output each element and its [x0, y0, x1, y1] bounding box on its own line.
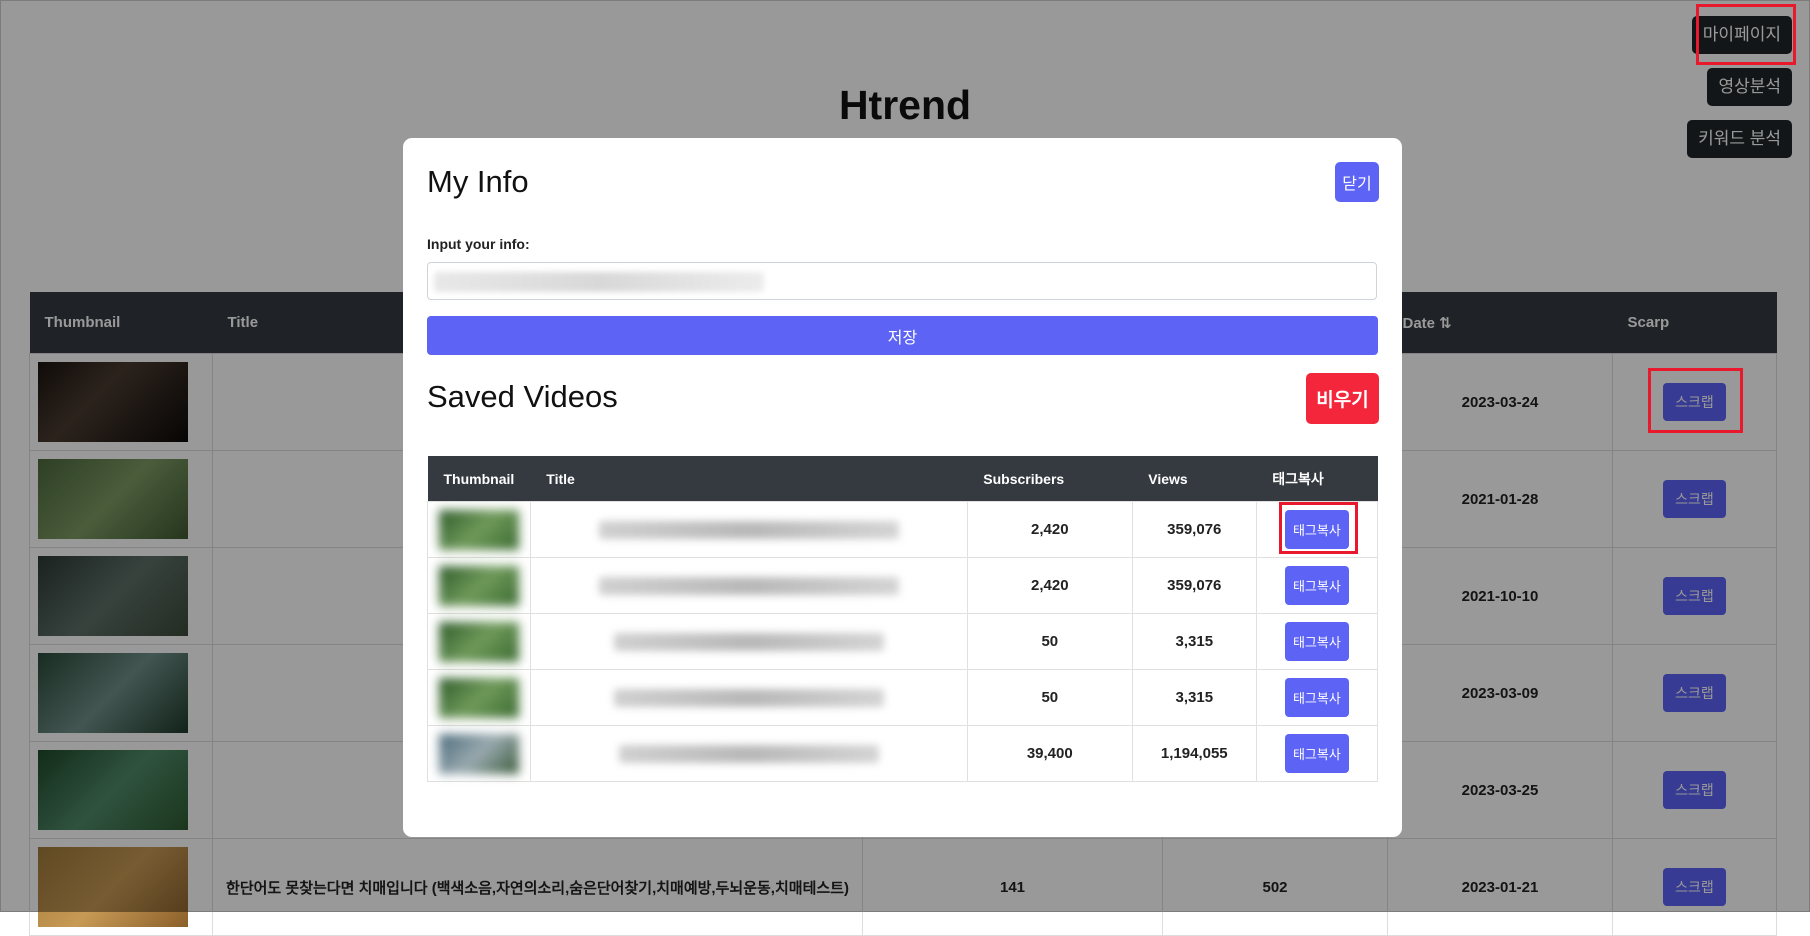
- video-thumbnail: [438, 509, 519, 550]
- save-button[interactable]: 저장: [427, 316, 1378, 355]
- subscribers-cell: 2,420: [966, 557, 1133, 614]
- tag-copy-button[interactable]: 태그복사: [1284, 566, 1349, 605]
- thumbnail-cell: [427, 501, 531, 558]
- saved-videos-table: Thumbnail Title Subscribers Views 태그복사 2…: [427, 456, 1379, 782]
- title-cell: [529, 557, 968, 614]
- col-views: Views: [1132, 456, 1257, 502]
- title-cell: [529, 613, 968, 670]
- tag-copy-button[interactable]: 태그복사: [1284, 678, 1349, 717]
- highlight-mypage: [1696, 4, 1796, 65]
- title-cell: [529, 669, 968, 726]
- video-thumbnail: [438, 565, 519, 606]
- table-row: 2,420 359,076 태그복사: [427, 557, 1379, 614]
- highlight-scrap: [1648, 368, 1743, 433]
- video-title: [598, 576, 899, 595]
- tag-cell: 태그복사: [1255, 725, 1379, 782]
- thumbnail-cell: [427, 557, 531, 614]
- video-title: [613, 688, 884, 707]
- thumbnail-cell: [427, 613, 531, 670]
- saved-videos-header: Thumbnail Title Subscribers Views 태그복사: [427, 456, 1378, 502]
- thumbnail-cell: [427, 725, 531, 782]
- views-cell: 3,315: [1131, 669, 1257, 726]
- table-row: 50 3,315 태그복사: [427, 669, 1379, 726]
- clear-button[interactable]: 비우기: [1306, 373, 1379, 424]
- table-row: 2,420 359,076 태그복사: [427, 501, 1379, 558]
- video-title: [598, 520, 899, 539]
- title-cell: [529, 725, 968, 782]
- col-tag-copy: 태그복사: [1256, 456, 1378, 502]
- saved-videos-title: Saved Videos: [427, 379, 618, 414]
- subscribers-cell: 39,400: [966, 725, 1133, 782]
- col-thumbnail: Thumbnail: [427, 456, 531, 502]
- title-cell: [529, 501, 968, 558]
- tag-cell: 태그복사: [1255, 613, 1379, 670]
- video-thumbnail: [438, 621, 519, 662]
- subscribers-cell: 2,420: [966, 501, 1133, 558]
- highlight-tag-copy: [1279, 502, 1358, 554]
- info-input-label: Input your info:: [427, 236, 530, 252]
- views-cell: 359,076: [1131, 501, 1257, 558]
- modal-title: My Info: [427, 164, 529, 199]
- tag-copy-button[interactable]: 태그복사: [1284, 734, 1349, 773]
- tag-cell: 태그복사: [1255, 557, 1379, 614]
- video-title: [613, 632, 884, 651]
- col-subscribers: Subscribers: [967, 456, 1133, 502]
- tag-copy-button[interactable]: 태그복사: [1284, 622, 1349, 661]
- info-input[interactable]: [427, 262, 1377, 300]
- thumbnail-cell: [427, 669, 531, 726]
- table-row: 39,400 1,194,055 태그복사: [427, 725, 1379, 782]
- table-row: 50 3,315 태그복사: [427, 613, 1379, 670]
- video-thumbnail: [438, 677, 519, 718]
- info-input-value: [434, 272, 764, 292]
- views-cell: 359,076: [1131, 557, 1257, 614]
- subscribers-cell: 50: [966, 613, 1133, 670]
- views-cell: 1,194,055: [1131, 725, 1257, 782]
- views-cell: 3,315: [1131, 613, 1257, 670]
- col-title: Title: [530, 456, 968, 502]
- video-title: [618, 744, 879, 763]
- tag-cell: 태그복사: [1255, 669, 1379, 726]
- subscribers-cell: 50: [966, 669, 1133, 726]
- my-info-modal: My Info 닫기 Input your info: 저장 Saved Vid…: [403, 138, 1402, 837]
- video-thumbnail: [438, 733, 519, 774]
- close-button[interactable]: 닫기: [1335, 162, 1379, 202]
